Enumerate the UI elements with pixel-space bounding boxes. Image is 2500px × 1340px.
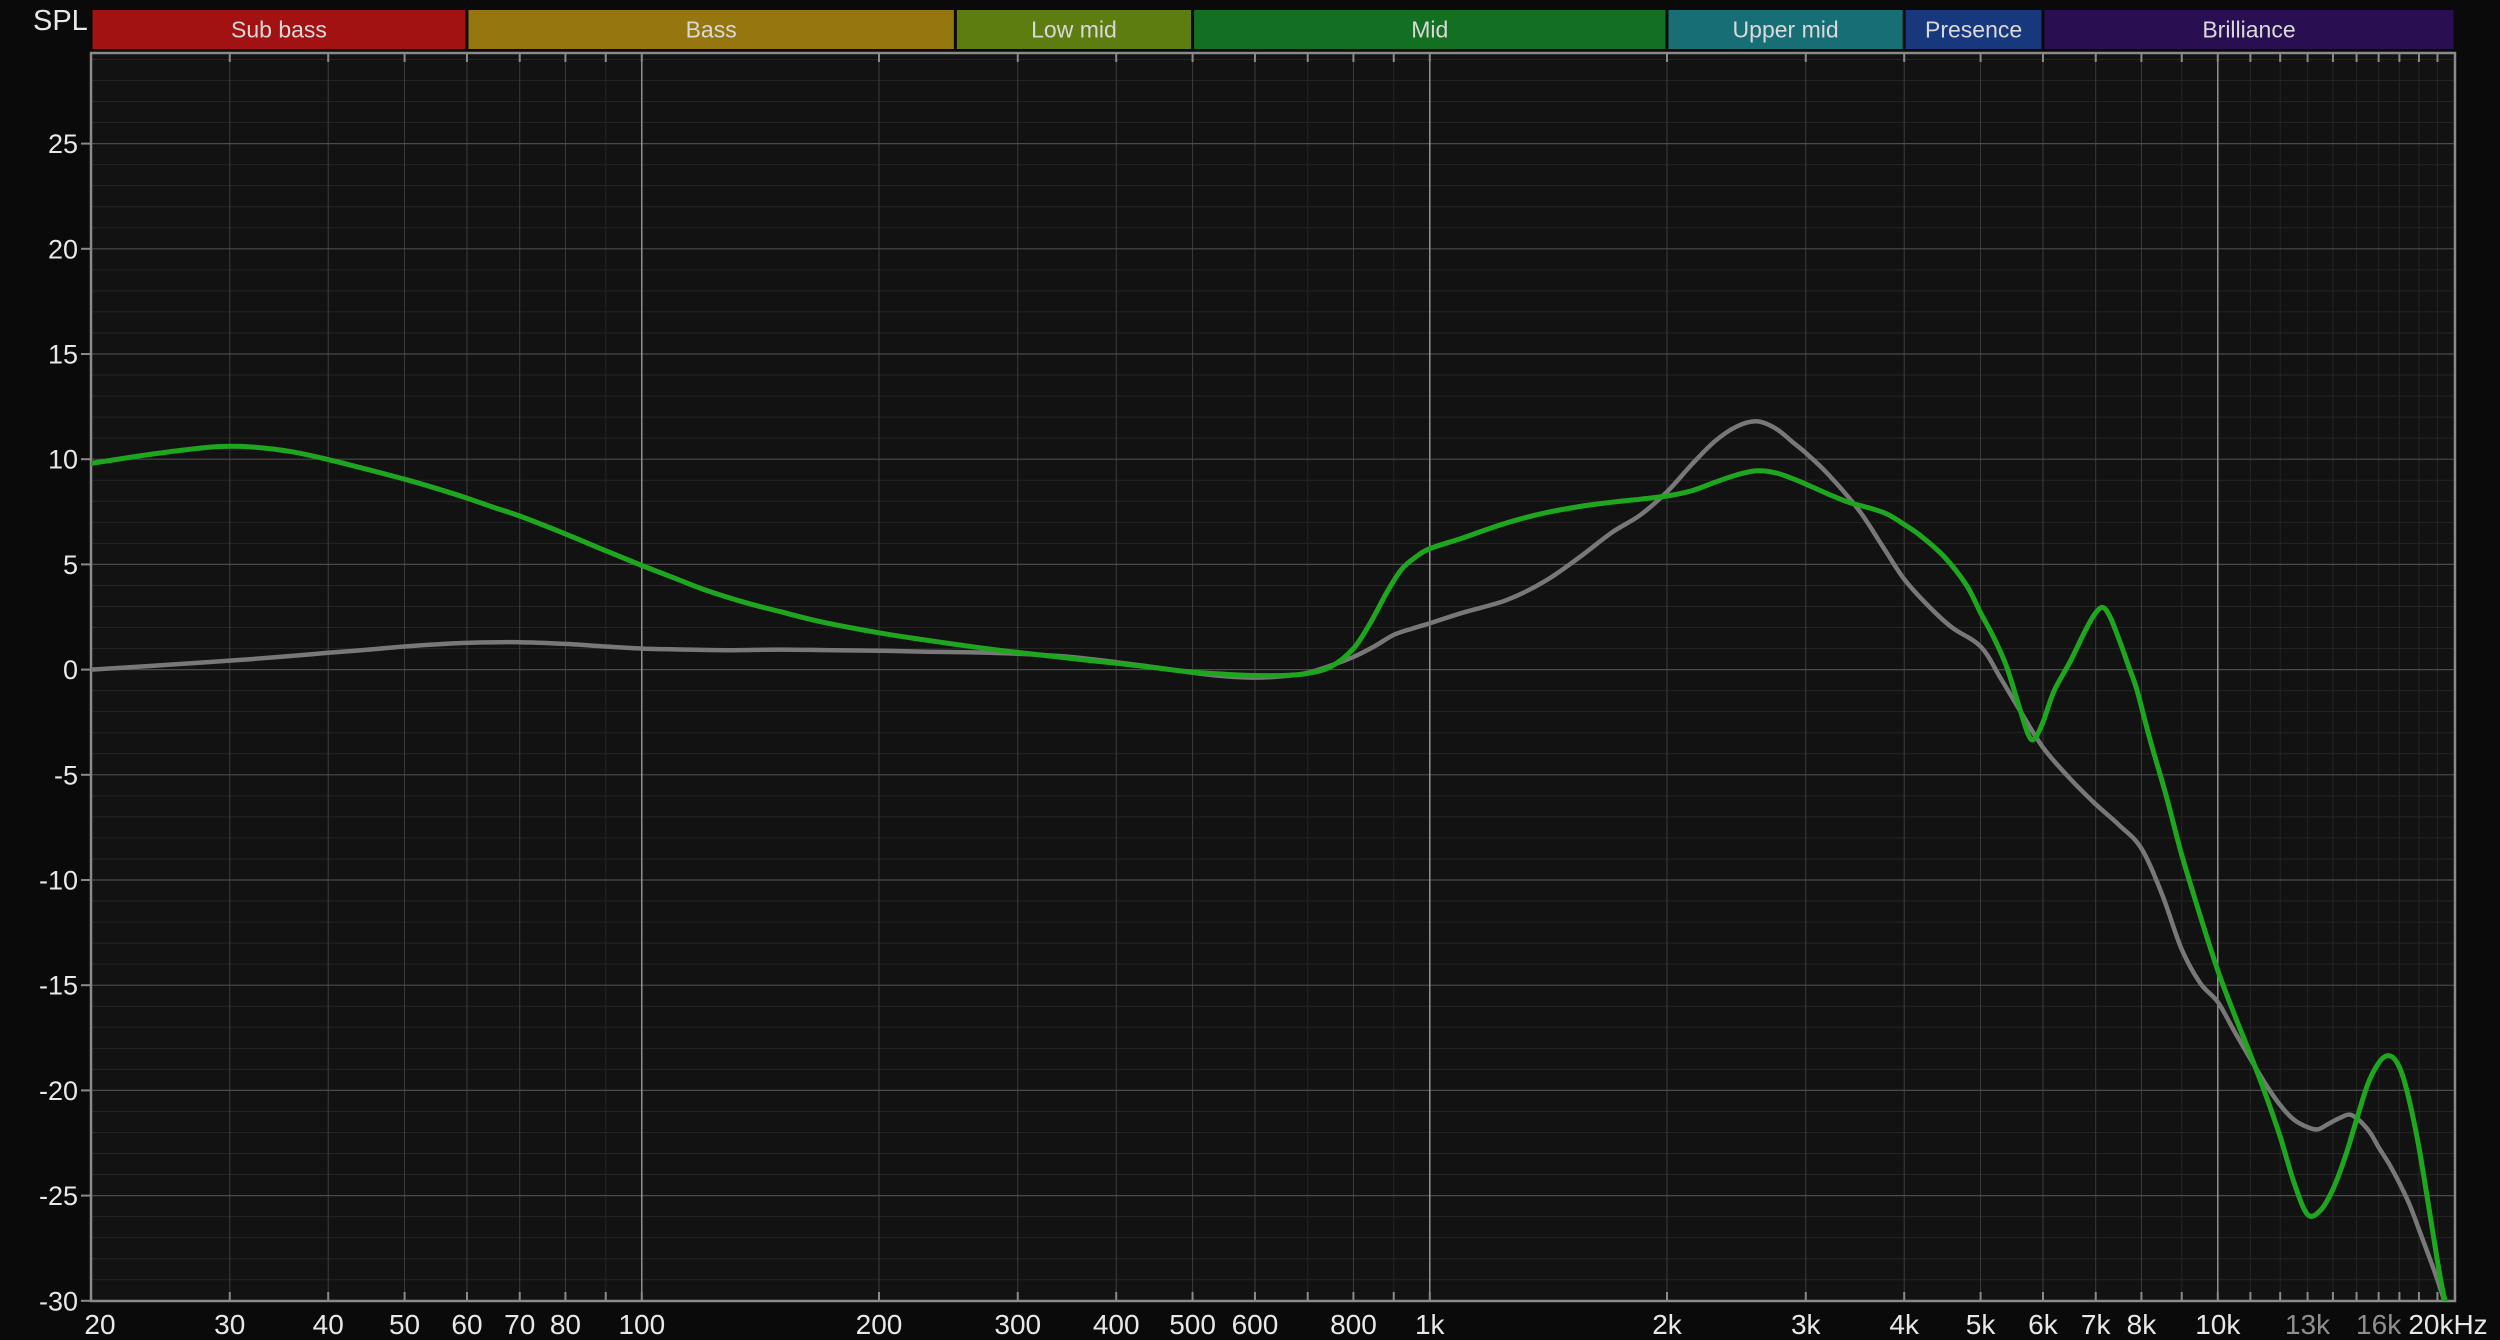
x-tick-label: 2k xyxy=(1652,1309,1683,1340)
band-label-mid: Mid xyxy=(1411,17,1448,43)
x-tick-label: 13k xyxy=(2285,1309,2331,1340)
x-tick-label: 300 xyxy=(994,1309,1041,1340)
x-tick-label: 70 xyxy=(504,1309,535,1340)
x-tick-label: 20 xyxy=(84,1309,115,1340)
x-tick-label: 7k xyxy=(2081,1309,2112,1340)
x-tick-label: 80 xyxy=(550,1309,581,1340)
x-tick-label: 400 xyxy=(1093,1309,1140,1340)
spl-axis-title: SPL xyxy=(33,5,88,37)
x-tick-label: 20kHz xyxy=(2408,1309,2487,1340)
x-tick-label: 800 xyxy=(1330,1309,1377,1340)
y-tick-label: -15 xyxy=(39,971,78,1001)
band-label-presence: Presence xyxy=(1925,17,2022,43)
chart-canvas: Sub bass Bass Low mid Mid Upper mid Presence B… xyxy=(0,0,2500,1340)
band-label-bass: Bass xyxy=(686,17,737,43)
y-tick-label: 20 xyxy=(48,234,78,264)
y-tick-label: 5 xyxy=(63,550,78,580)
x-tick-label: 1k xyxy=(1415,1309,1446,1340)
y-tick-label: -30 xyxy=(39,1286,78,1316)
band-label-brilliance: Brilliance xyxy=(2202,17,2295,43)
x-tick-label: 600 xyxy=(1232,1309,1279,1340)
x-tick-label: 100 xyxy=(618,1309,665,1340)
x-tick-label: 3k xyxy=(1791,1309,1822,1340)
band-label-upper-mid: Upper mid xyxy=(1733,17,1839,43)
x-tick-label: 60 xyxy=(451,1309,482,1340)
y-tick-label: -25 xyxy=(39,1181,78,1211)
x-tick-label: 30 xyxy=(214,1309,245,1340)
x-tick-label: 8k xyxy=(2127,1309,2158,1340)
y-tick-label: 0 xyxy=(63,655,78,685)
y-tick-label: -20 xyxy=(39,1076,78,1106)
x-tick-label: 4k xyxy=(1889,1309,1920,1340)
band-strip: Sub bass Bass Low mid Mid Upper mid Presence B… xyxy=(92,10,2454,49)
x-tick-label: 10k xyxy=(2195,1309,2241,1340)
y-tick-label: 25 xyxy=(48,129,78,159)
y-tick-label: -10 xyxy=(39,866,78,896)
band-label-sub-bass: Sub bass xyxy=(231,17,327,43)
x-tick-label: 5k xyxy=(1966,1309,1997,1340)
x-tick-label: 500 xyxy=(1169,1309,1216,1340)
x-tick-label: 6k xyxy=(2028,1309,2059,1340)
x-tick-label: 16k xyxy=(2356,1309,2402,1340)
x-tick-label: 50 xyxy=(389,1309,420,1340)
y-tick-label: -5 xyxy=(54,760,78,790)
band-label-low-mid: Low mid xyxy=(1031,17,1117,43)
y-tick-label: 15 xyxy=(48,340,78,370)
x-tick-label: 40 xyxy=(313,1309,344,1340)
frequency-response-chart: Sub bass Bass Low mid Mid Upper mid Presence B… xyxy=(0,0,2500,1340)
x-tick-label: 200 xyxy=(856,1309,903,1340)
y-tick-label: 10 xyxy=(48,445,78,475)
